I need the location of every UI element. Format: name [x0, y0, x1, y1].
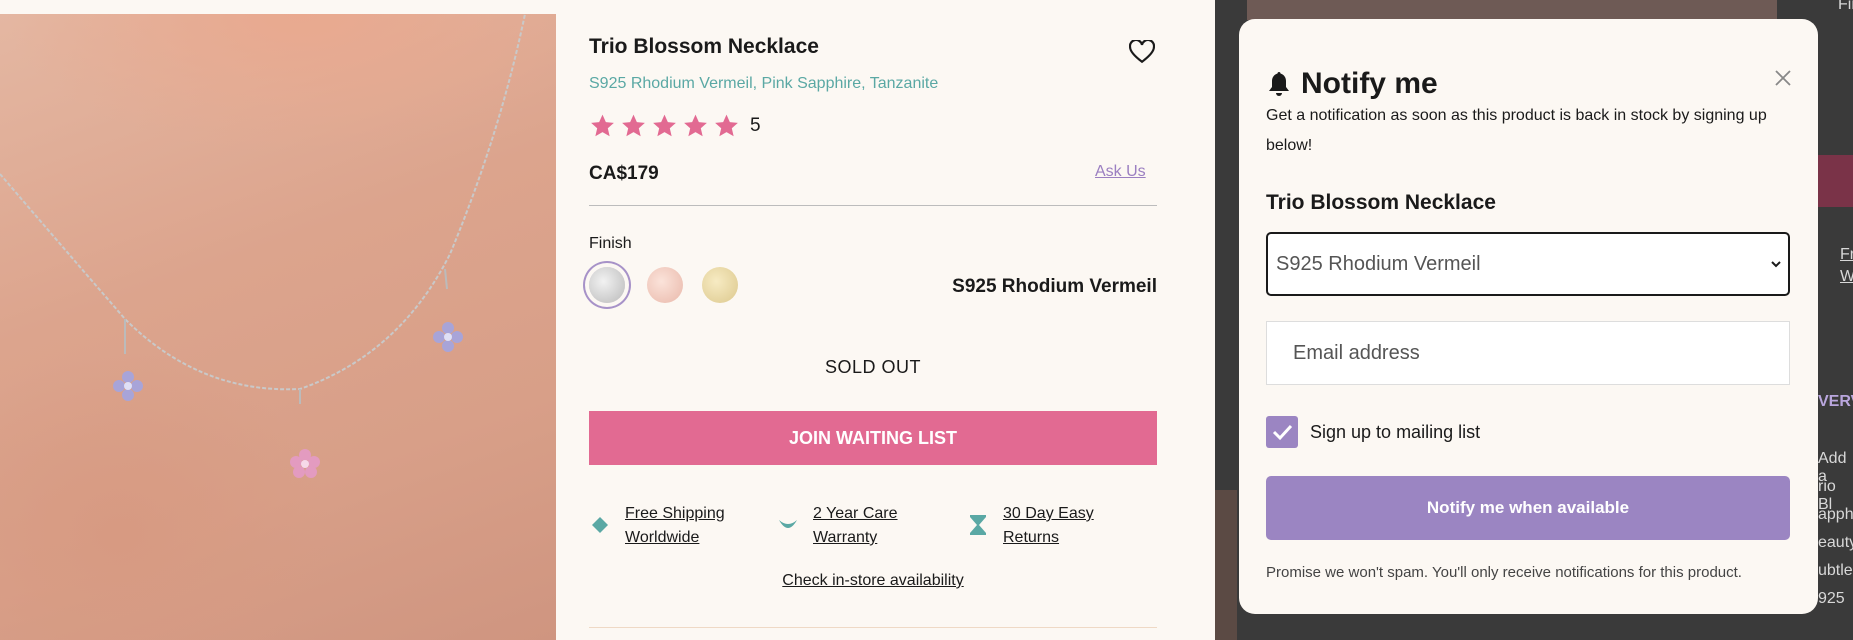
- selected-finish-name: S925 Rhodium Vermeil: [952, 276, 1157, 297]
- notify-me-modal: Notify me Get a notification as soon as …: [1239, 19, 1818, 614]
- background-text: ubtle: [1818, 562, 1853, 579]
- perk-free-shipping[interactable]: Free Shipping Worldwide: [589, 502, 755, 550]
- wishlist-heart-icon[interactable]: [1129, 40, 1155, 64]
- close-icon[interactable]: [1774, 69, 1792, 87]
- check-instore-link[interactable]: Check in-store availability: [589, 572, 1157, 590]
- finish-swatch-silver[interactable]: [589, 267, 625, 303]
- variant-select[interactable]: S925 Rhodium Vermeil: [1266, 232, 1790, 296]
- check-icon: [1272, 424, 1293, 441]
- background-text: apph: [1818, 506, 1853, 523]
- perk-warranty[interactable]: 2 Year Care Warranty: [777, 502, 943, 550]
- email-field[interactable]: [1266, 321, 1790, 385]
- rating-count: 5: [750, 115, 761, 136]
- finish-swatch-rose[interactable]: [647, 267, 683, 303]
- join-waiting-list-button[interactable]: JOIN WAITING LIST: [589, 411, 1157, 465]
- background-photo: [1215, 490, 1237, 640]
- perk-line: Free Shipping: [625, 505, 725, 522]
- diamond-icon: [592, 517, 608, 533]
- perk-line: 30 Day Easy: [1003, 505, 1094, 522]
- product-materials: S925 Rhodium Vermeil, Pink Sapphire, Tan…: [589, 75, 939, 92]
- perk-returns[interactable]: 30 Day Easy Returns: [967, 502, 1133, 550]
- background-text: Finis: [1838, 0, 1853, 13]
- modal-title: Notify me: [1301, 67, 1438, 100]
- product-title: Trio Blossom Necklace: [589, 35, 819, 58]
- mailing-list-checkbox[interactable]: [1266, 416, 1298, 448]
- perk-line: Returns: [1003, 529, 1060, 546]
- necklace-illustration: [0, 14, 526, 478]
- background-text: eauty: [1818, 534, 1853, 551]
- chevron-down-icon: [1771, 261, 1781, 268]
- finish-label: Finish: [589, 235, 632, 252]
- star-icon: [715, 114, 738, 137]
- product-info: Trio Blossom Necklace S925 Rhodium Verme…: [589, 0, 1157, 640]
- bell-icon: [1269, 72, 1289, 96]
- product-page: Trio Blossom Necklace S925 Rhodium Verme…: [0, 0, 1215, 640]
- ask-us-link[interactable]: Ask Us: [1095, 163, 1146, 181]
- divider: [589, 205, 1157, 206]
- divider: [589, 627, 1157, 628]
- rating-stars[interactable]: 5: [589, 113, 761, 139]
- background-photo: [1247, 0, 1777, 20]
- modal-product-name: Trio Blossom Necklace: [1266, 191, 1496, 214]
- product-photo: [0, 14, 556, 640]
- star-icon: [684, 114, 707, 137]
- perk-line: Worldwide: [625, 529, 700, 546]
- mailing-list-label[interactable]: Sign up to mailing list: [1310, 422, 1480, 443]
- star-icon: [653, 114, 676, 137]
- background-text: VERVI: [1818, 393, 1853, 410]
- star-icon: [591, 114, 614, 137]
- notify-submit-button[interactable]: Notify me when available: [1266, 476, 1790, 540]
- background-text: 925: [1818, 590, 1845, 607]
- background-text: W: [1840, 268, 1853, 285]
- background-text: Fr: [1840, 246, 1853, 263]
- hourglass-icon: [970, 515, 986, 535]
- modal-description: Get a notification as soon as this produ…: [1266, 107, 1767, 154]
- perk-line: 2 Year Care: [813, 505, 898, 522]
- variant-select-value: S925 Rhodium Vermeil: [1276, 252, 1481, 275]
- email-input[interactable]: [1293, 341, 1763, 365]
- no-spam-note: Promise we won't spam. You'll only recei…: [1266, 564, 1742, 581]
- top-strip: [0, 0, 556, 14]
- star-icon: [622, 114, 645, 137]
- modal-header: Notify me: [1267, 67, 1438, 101]
- finish-swatch-gold[interactable]: [702, 267, 738, 303]
- leaf-icon: [779, 520, 797, 528]
- perk-line: Warranty: [813, 529, 878, 546]
- product-price: CA$179: [589, 163, 659, 184]
- sold-out-label: SOLD OUT: [824, 357, 921, 377]
